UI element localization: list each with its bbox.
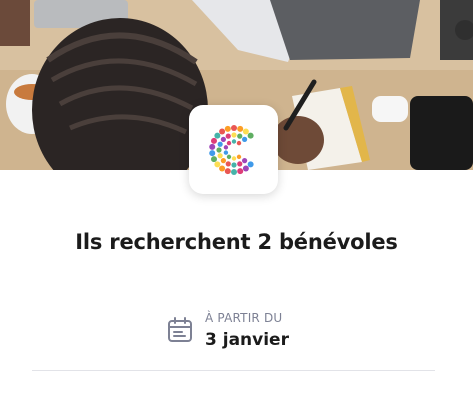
date-value: 3 janvier bbox=[205, 329, 289, 350]
logo-dot bbox=[224, 167, 231, 174]
logo-dot bbox=[226, 154, 231, 159]
logo-dot bbox=[231, 138, 236, 144]
organization-logo bbox=[189, 105, 278, 194]
logo-dot bbox=[208, 149, 215, 156]
dotted-circle-logo-icon bbox=[208, 124, 254, 175]
logo-dot bbox=[242, 127, 249, 134]
logo-dot bbox=[225, 133, 231, 139]
logo-dot bbox=[230, 124, 237, 131]
logo-dot bbox=[236, 167, 243, 174]
logo-dot bbox=[208, 143, 215, 150]
logo-dot bbox=[218, 127, 225, 134]
logo-dot bbox=[236, 140, 241, 145]
logo-dot bbox=[247, 132, 254, 139]
logo-dot bbox=[220, 157, 226, 163]
logo-dot bbox=[230, 131, 237, 138]
divider bbox=[32, 370, 435, 371]
logo-dot bbox=[213, 132, 220, 139]
logo-dot bbox=[223, 149, 228, 155]
page-title: Ils recherchent 2 bénévoles bbox=[75, 230, 398, 254]
logo-dot bbox=[225, 160, 231, 166]
logo-dot bbox=[236, 133, 242, 139]
logo-dot bbox=[242, 165, 249, 172]
logo-dot bbox=[247, 160, 254, 167]
logo-dot bbox=[231, 155, 236, 161]
logo-dot bbox=[210, 137, 217, 144]
logo-dot bbox=[210, 155, 217, 162]
logo-dot bbox=[236, 160, 242, 166]
date-caption: À PARTIR DU bbox=[205, 310, 283, 325]
logo-dot bbox=[220, 136, 226, 142]
logo-dot bbox=[241, 136, 247, 142]
logo-dot bbox=[217, 152, 223, 158]
logo-dot bbox=[217, 141, 223, 147]
logo-dot bbox=[230, 168, 237, 175]
logo-dot bbox=[230, 161, 237, 168]
logo-dot bbox=[224, 125, 231, 132]
logo-dot bbox=[236, 125, 243, 132]
logo-dot bbox=[223, 144, 228, 150]
logo-dot bbox=[218, 165, 225, 172]
logo-dot bbox=[241, 157, 247, 163]
logo-dot bbox=[226, 140, 231, 145]
start-date: À PARTIR DU 3 janvier bbox=[166, 304, 289, 356]
logo-dot bbox=[213, 160, 220, 167]
calendar-icon bbox=[168, 317, 192, 342]
logo-dot bbox=[236, 154, 241, 159]
logo-dot bbox=[215, 146, 222, 153]
